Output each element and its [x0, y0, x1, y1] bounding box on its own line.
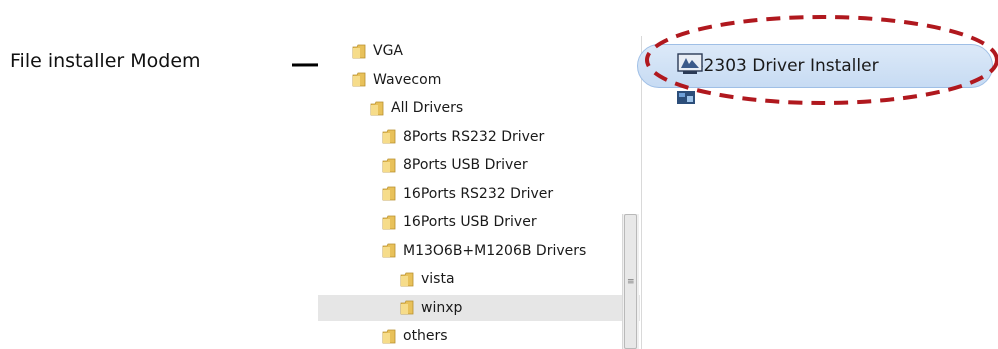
partially-hidden-file-row[interactable]	[676, 87, 698, 107]
folder-icon	[370, 101, 384, 116]
tree-item-8ports-rs232-driver[interactable]: 8Ports RS232 Driver	[382, 124, 544, 150]
folder-icon	[382, 329, 396, 344]
tree-item-label: All Drivers	[391, 100, 464, 116]
installer-icon	[677, 53, 703, 74]
folder-icon	[382, 215, 396, 230]
tree-item-16ports-usb-driver[interactable]: 16Ports USB Driver	[382, 209, 537, 235]
tree-item-16ports-rs232-driver[interactable]: 16Ports RS232 Driver	[382, 181, 553, 207]
tree-item-label: others	[403, 328, 448, 344]
tree-item-label: Wavecom	[373, 71, 442, 88]
folder-icon	[382, 158, 396, 173]
tree-item-m13o6b-m1206b-drivers[interactable]: M13O6B+M1206B Drivers	[382, 238, 586, 264]
scrollbar-thumb[interactable]: ≡	[624, 214, 637, 349]
annotation-label: File installer Modem	[10, 50, 201, 72]
tree-item-label: 8Ports RS232 Driver	[403, 128, 545, 145]
tree-item-vista[interactable]: vista	[400, 266, 455, 292]
tree-item-8ports-usb-driver[interactable]: 8Ports USB Driver	[382, 152, 528, 178]
tree-item-winxp[interactable]: winxp	[318, 294, 640, 321]
file-row-label: PL-2303 Driver Installer	[678, 56, 879, 76]
tree-item-vga[interactable]: VGA	[352, 38, 403, 64]
tree-item-label: 16Ports RS232 Driver	[403, 185, 554, 202]
tree-item-label: M13O6B+M1206B Drivers	[403, 242, 587, 259]
tree-item-label: vista	[421, 271, 455, 287]
tree-item-all-drivers[interactable]: All Drivers	[370, 95, 463, 121]
tree-item-label: VGA	[373, 43, 404, 59]
tree-item-label: winxp	[421, 299, 463, 316]
folder-icon	[382, 129, 396, 144]
folder-icon	[400, 272, 414, 287]
tree-item-others[interactable]: others	[382, 323, 448, 349]
tree-item-wavecom[interactable]: Wavecom	[352, 67, 441, 93]
folder-tree-pane[interactable]: VGA Wavecom All Drivers 8Ports RS232 Driver…	[318, 36, 640, 349]
folder-icon	[382, 243, 396, 258]
tree-item-label: 16Ports USB Driver	[403, 214, 537, 230]
folder-icon	[352, 72, 366, 87]
folder-icon	[400, 300, 414, 315]
scrollbar-grip-icon: ≡	[627, 277, 635, 287]
folder-icon	[382, 186, 396, 201]
tree-scrollbar[interactable]: ≡	[622, 214, 639, 349]
tree-item-label: 8Ports USB Driver	[403, 157, 528, 173]
folder-icon	[352, 44, 366, 59]
application-icon	[677, 91, 695, 104]
